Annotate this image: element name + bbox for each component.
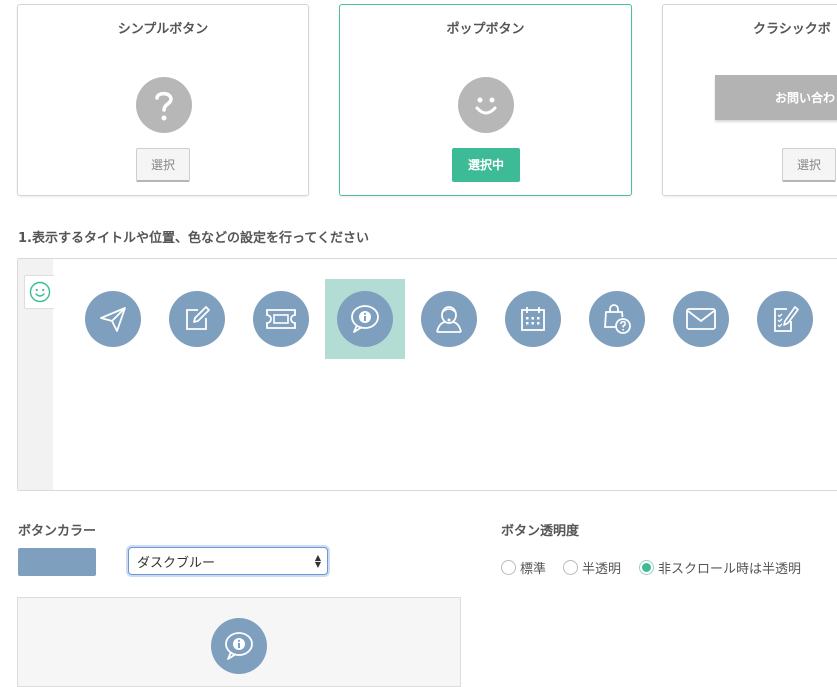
button-color-label: ボタンカラー	[18, 524, 97, 539]
opacity-option-translucent-when-idle[interactable]: 非スクロール時は半透明	[639, 558, 801, 577]
icon-option-mail[interactable]	[661, 279, 741, 359]
icon-picker-panel	[17, 258, 837, 491]
icon-option-ticket[interactable]	[241, 279, 321, 359]
color-select[interactable]: ダスクブルー ▲ ▼	[128, 547, 328, 575]
classic-sample-button: お問い合わ	[715, 75, 837, 120]
color-swatch[interactable]	[18, 548, 96, 576]
info-speech-bubble-icon[interactable]	[211, 618, 267, 674]
color-select-value: ダスクブルー	[137, 555, 216, 571]
icon-option-support-person[interactable]	[409, 279, 489, 359]
classic-button-card[interactable]: クラシックボ お問い合わ 選択	[662, 4, 837, 196]
pop-button-card[interactable]: ポップボタン 選択中	[339, 4, 632, 196]
simple-button-card[interactable]: シンプルボタン 選択	[17, 4, 309, 196]
opacity-option-translucent[interactable]: 半透明	[563, 558, 621, 577]
card-title: ポップボタン	[446, 22, 525, 37]
radio-label: 半透明	[582, 562, 622, 577]
mail-icon	[673, 291, 729, 347]
info-speech-bubble-icon	[337, 291, 393, 347]
checklist-edit-icon	[757, 291, 813, 347]
select-button[interactable]: 選択	[136, 148, 190, 182]
opacity-option-standard[interactable]: 標準	[501, 558, 546, 577]
shopping-bag-question-icon	[589, 291, 645, 347]
support-person-icon	[421, 291, 477, 347]
icon-option-checklist[interactable]	[745, 279, 825, 359]
card-title: シンプルボタン	[117, 22, 209, 37]
radio-label: 標準	[520, 562, 547, 577]
icon-option-calendar[interactable]	[493, 279, 573, 359]
card-title: クラシックボ	[753, 22, 831, 37]
preview-area	[17, 597, 461, 687]
smiley-outline-icon	[29, 281, 50, 303]
ticket-icon	[253, 291, 309, 347]
icon-option-info-bubble[interactable]	[325, 279, 405, 359]
calendar-icon	[505, 291, 561, 347]
radio-button-checked[interactable]	[639, 560, 654, 575]
smiley-icon	[458, 77, 514, 133]
paper-plane-icon	[85, 291, 141, 347]
smiley-tab[interactable]	[24, 275, 54, 309]
edit-note-icon	[169, 291, 225, 347]
section-heading: 1.表示するタイトルや位置、色などの設定を行ってください	[18, 231, 369, 246]
selected-button[interactable]: 選択中	[452, 148, 520, 182]
icon-option-paper-plane[interactable]	[73, 279, 153, 359]
icon-option-edit-note[interactable]	[157, 279, 237, 359]
radio-button[interactable]	[563, 560, 578, 575]
select-button[interactable]: 選択	[782, 148, 836, 182]
button-opacity-label: ボタン透明度	[501, 524, 580, 539]
icon-option-bag-question[interactable]	[577, 279, 657, 359]
question-icon	[136, 77, 192, 133]
select-arrows-icon: ▲ ▼	[314, 553, 321, 569]
radio-label: 非スクロール時は半透明	[658, 562, 802, 577]
radio-button[interactable]	[501, 560, 516, 575]
